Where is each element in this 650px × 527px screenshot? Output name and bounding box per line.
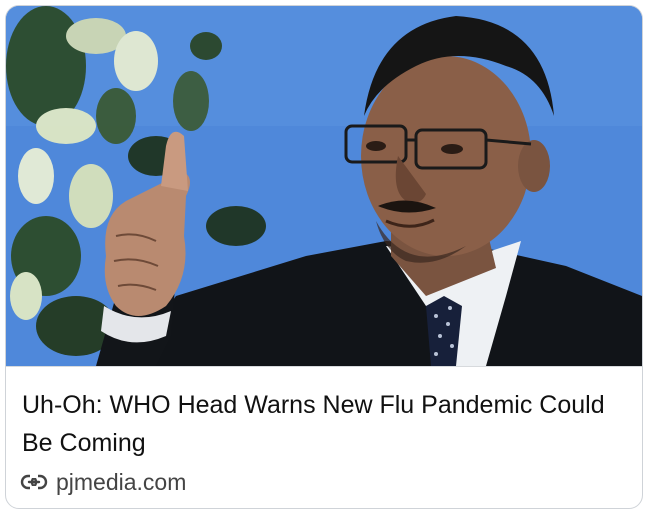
link-preview-card[interactable]: Uh-Oh: WHO Head Warns New Flu Pandemic C…: [5, 5, 643, 509]
card-divider: [6, 366, 642, 367]
thumbnail-photo: [6, 6, 642, 366]
link-icon: [20, 468, 48, 496]
source-domain[interactable]: pjmedia.com: [56, 469, 186, 496]
article-thumbnail[interactable]: [6, 6, 642, 366]
source-link[interactable]: pjmedia.com: [20, 468, 186, 496]
article-headline[interactable]: Uh-Oh: WHO Head Warns New Flu Pandemic C…: [22, 386, 622, 462]
